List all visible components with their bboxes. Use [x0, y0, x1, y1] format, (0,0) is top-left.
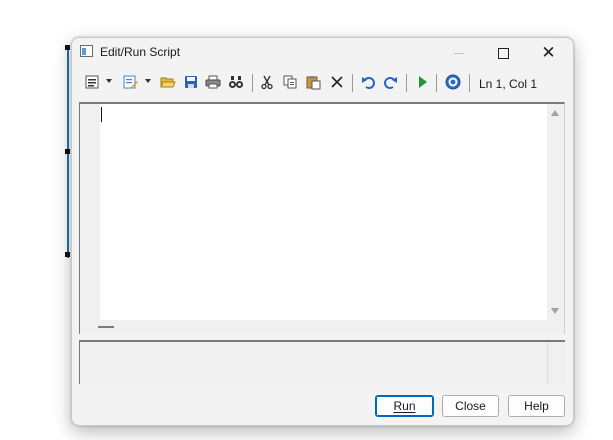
help-button[interactable]: Help [508, 395, 565, 417]
close-button[interactable]: Close [442, 395, 499, 417]
edit-icon[interactable] [121, 73, 139, 91]
cut-icon[interactable] [258, 73, 276, 91]
copy-icon[interactable] [281, 73, 299, 91]
horizontal-scrollbar[interactable] [80, 320, 564, 334]
close-icon: ✕ [541, 42, 556, 63]
background-resize-handle [65, 149, 70, 154]
toolbar-separator [406, 74, 407, 92]
format-icon[interactable] [83, 73, 101, 91]
text-cursor [101, 107, 102, 122]
save-icon[interactable] [182, 73, 200, 91]
title-bar[interactable]: Edit/Run Script ✕ [72, 38, 573, 68]
window-title: Edit/Run Script [100, 45, 181, 59]
output-scrollbar[interactable] [547, 342, 565, 384]
toolbar-separator [436, 74, 437, 92]
help-button-label: Help [524, 399, 549, 413]
line-number-gutter [80, 104, 100, 320]
vertical-scrollbar[interactable] [547, 104, 564, 320]
help-icon[interactable] [444, 73, 462, 91]
close-window-button[interactable]: ✕ [526, 38, 571, 68]
scroll-down-icon[interactable] [551, 308, 559, 314]
edit-dropdown-arrow[interactable] [145, 79, 151, 83]
minimize-icon [453, 52, 464, 54]
run-button[interactable]: Run [375, 395, 434, 417]
maximize-icon [498, 47, 509, 59]
run-button-label: Run [393, 399, 416, 413]
output-pane[interactable] [79, 340, 565, 384]
find-icon[interactable] [227, 73, 245, 91]
horizontal-scroll-thumb[interactable] [98, 326, 114, 328]
redo-icon[interactable] [382, 73, 400, 91]
run-icon[interactable] [413, 73, 431, 91]
script-editor[interactable] [79, 102, 565, 334]
format-dropdown-arrow[interactable] [106, 79, 112, 83]
minimize-button[interactable] [436, 38, 481, 68]
toolbar-separator [469, 74, 470, 92]
toolbar-separator [352, 74, 353, 92]
print-icon[interactable] [204, 73, 222, 91]
background-resize-handle [65, 252, 70, 257]
maximize-button[interactable] [481, 38, 526, 68]
paste-icon[interactable] [304, 73, 322, 91]
background-resize-handle [65, 45, 70, 50]
undo-icon[interactable] [359, 73, 377, 91]
delete-icon[interactable] [328, 73, 346, 91]
app-icon [80, 45, 93, 57]
cursor-position-status: Ln 1, Col 1 [479, 77, 538, 91]
toolbar-separator [252, 74, 253, 92]
close-button-label: Close [455, 399, 486, 413]
open-folder-icon[interactable] [159, 73, 177, 91]
scroll-up-icon[interactable] [551, 110, 559, 116]
toolbar: Ln 1, Col 1 [72, 70, 573, 96]
edit-run-script-dialog: Edit/Run Script ✕ Ln 1, Col 1 Run Close … [71, 37, 574, 426]
